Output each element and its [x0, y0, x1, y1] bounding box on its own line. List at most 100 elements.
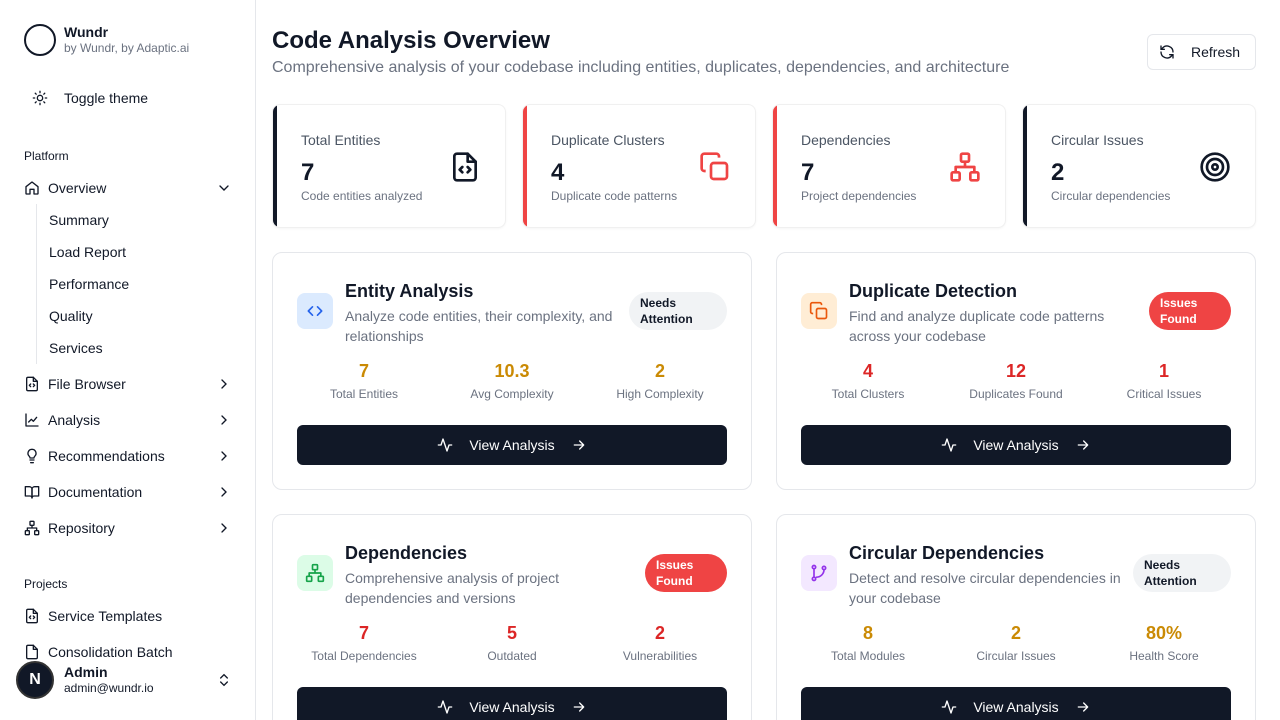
metric-value: 2 [654, 623, 665, 643]
project-item-service-templates[interactable]: Service Templates [24, 600, 236, 632]
activity-icon [437, 437, 453, 453]
metric-value: 7 [358, 623, 369, 643]
metric-value: 8 [862, 623, 873, 643]
activity-icon [941, 699, 957, 715]
page-subtitle: Comprehensive analysis of your codebase … [272, 59, 1010, 76]
panel-desc: Find and analyze duplicate code patterns… [849, 308, 1105, 344]
metric-label: Health Score [1129, 649, 1199, 663]
view-analysis-button[interactable]: View Analysis [297, 687, 727, 720]
stat-card-dependencies: Dependencies 7 Project dependencies [772, 104, 1006, 228]
git-network-icon [24, 520, 40, 536]
metric: 2 Vulnerabilities [586, 622, 734, 663]
view-analysis-label: View Analysis [469, 437, 555, 453]
copy-icon [801, 293, 837, 329]
panel-title: Entity Analysis [345, 281, 474, 301]
target-icon [1200, 152, 1230, 182]
sidebar-item-label: Repository [48, 520, 115, 536]
refresh-button[interactable]: Refresh [1147, 34, 1256, 70]
chevron-right-icon [221, 379, 227, 389]
sidebar-item-recommendations[interactable]: Recommendations [24, 440, 236, 472]
panel-desc: Analyze code entities, their complexity,… [345, 308, 613, 344]
sidebar-item-file-browser[interactable]: File Browser [24, 368, 236, 400]
metric-value: 2 [654, 361, 665, 381]
arrow-right-icon [571, 699, 587, 715]
metric: 80% Health Score [1090, 622, 1238, 663]
toggle-theme-label: Toggle theme [64, 90, 149, 106]
sidebar-item-overview[interactable]: Overview [24, 172, 236, 204]
metric: 2 High Complexity [586, 360, 734, 401]
subnav-item-load-report[interactable]: Load Report [49, 236, 126, 268]
file-code-icon [24, 644, 40, 660]
stat-accent-bar [1023, 105, 1027, 227]
chevron-right-icon [221, 523, 227, 533]
metric-value: 4 [862, 361, 873, 381]
panel-desc: Detect and resolve circular dependencies… [849, 570, 1121, 606]
user-menu[interactable]: N Admin admin@wundr.io [16, 660, 240, 700]
stat-accent-bar [273, 105, 277, 227]
copy-icon [700, 152, 729, 181]
panel-desc: Comprehensive analysis of project depend… [345, 570, 559, 606]
metric-value: 80% [1145, 623, 1183, 643]
project-item-label: Service Templates [48, 608, 163, 624]
sidebar-item-analysis[interactable]: Analysis [24, 404, 236, 436]
sidebar-item-documentation[interactable]: Documentation [24, 476, 236, 508]
panel-entity-analysis: Entity Analysis Analyze code entities, t… [272, 252, 752, 490]
stat-value: 7 [301, 159, 315, 186]
sidebar-item-label: Analysis [48, 412, 101, 428]
subnav-item-summary[interactable]: Summary [49, 204, 109, 236]
file-code-icon [24, 608, 40, 624]
sidebar: Wundr by Wundr, by Adaptic.ai Toggle the… [0, 0, 256, 720]
metric-label: Total Modules [830, 649, 906, 663]
metric-label: Critical Issues [1126, 387, 1202, 401]
stat-card-duplicate-clusters: Duplicate Clusters 4 Duplicate code patt… [522, 104, 756, 228]
view-analysis-label: View Analysis [469, 699, 555, 715]
metric-label: Duplicates Found [969, 387, 1063, 401]
file-code-icon [453, 152, 477, 182]
status-badge: Needs Attention [629, 292, 727, 330]
avatar: N [16, 661, 54, 699]
toggle-theme-button[interactable]: Toggle theme [32, 82, 148, 114]
stat-desc: Code entities analyzed [301, 189, 423, 203]
panel-title: Circular Dependencies [849, 543, 1045, 563]
activity-icon [941, 437, 957, 453]
chevrons-up-down-icon [220, 673, 228, 687]
arrow-right-icon [1075, 437, 1091, 453]
panel-circular-dependencies: Circular Dependencies Detect and resolve… [776, 514, 1256, 720]
main-content: Code Analysis Overview Comprehensive ana… [256, 0, 1280, 720]
view-analysis-button[interactable]: View Analysis [297, 425, 727, 465]
stat-accent-bar [773, 105, 777, 227]
view-analysis-button[interactable]: View Analysis [801, 687, 1231, 720]
metric: 4 Total Clusters [794, 360, 942, 401]
stat-desc: Project dependencies [801, 189, 917, 203]
metric: 7 Total Dependencies [290, 622, 438, 663]
stat-accent-bar [523, 105, 527, 227]
network-icon [950, 152, 980, 182]
stat-desc: Duplicate code patterns [551, 189, 678, 203]
chevron-right-icon [221, 415, 227, 425]
stat-desc: Circular dependencies [1051, 189, 1171, 203]
metric: 5 Outdated [438, 622, 586, 663]
code-icon [297, 293, 333, 329]
panel-title: Duplicate Detection [849, 281, 1018, 301]
metric: 1 Critical Issues [1090, 360, 1238, 401]
sidebar-item-repository[interactable]: Repository [24, 512, 236, 544]
metric-value: 12 [1005, 361, 1027, 381]
stat-label: Dependencies [801, 132, 891, 148]
git-branch-icon [801, 555, 837, 591]
metric-label: Avg Complexity [470, 387, 554, 401]
brand[interactable]: Wundr by Wundr, by Adaptic.ai [24, 24, 189, 56]
metric-value: 7 [358, 361, 369, 381]
metric-label: Vulnerabilities [622, 649, 698, 663]
view-analysis-button[interactable]: View Analysis [801, 425, 1231, 465]
subnav-item-services[interactable]: Services [49, 332, 103, 364]
overview-subnav: Summary Load Report Performance Quality … [36, 204, 236, 364]
stat-value: 2 [1051, 159, 1065, 186]
book-open-icon [24, 484, 40, 500]
metric: 2 Circular Issues [942, 622, 1090, 663]
sidebar-item-label: Documentation [48, 484, 143, 500]
subnav-item-performance[interactable]: Performance [49, 268, 129, 300]
metric: 8 Total Modules [794, 622, 942, 663]
subnav-item-quality[interactable]: Quality [49, 300, 93, 332]
panel-title: Dependencies [345, 543, 468, 563]
stat-value: 4 [551, 159, 565, 186]
